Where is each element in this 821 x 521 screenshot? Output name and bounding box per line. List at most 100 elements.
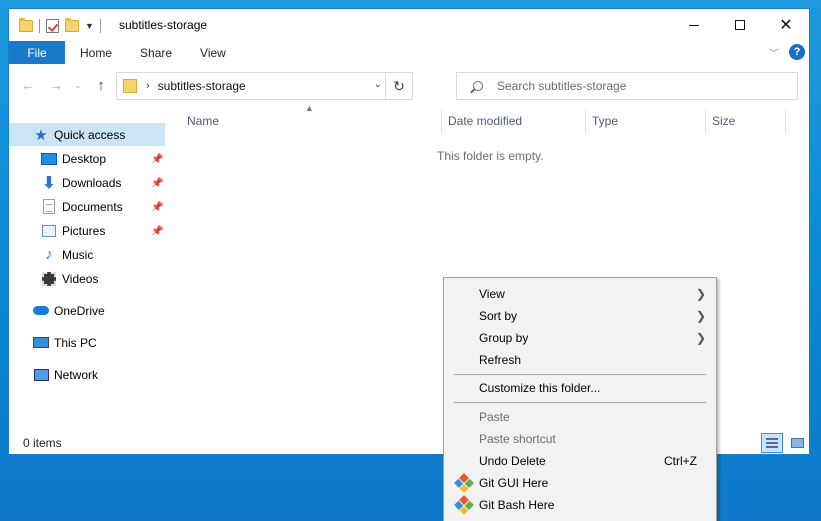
column-header-date-modified[interactable]: Date modified [448, 110, 522, 132]
search-placeholder: Search subtitles-storage [497, 79, 627, 93]
sidebar-item-desktop[interactable]: Desktop 📌 [9, 147, 165, 170]
view-switcher [761, 433, 808, 453]
column-divider[interactable] [785, 110, 786, 134]
sidebar-item-onedrive[interactable]: OneDrive [9, 299, 165, 322]
folder-icon [123, 79, 137, 93]
close-button[interactable]: ✕ [763, 9, 809, 41]
tab-file[interactable]: File [9, 41, 65, 64]
tab-share[interactable]: Share [126, 41, 186, 64]
menu-item-label: Paste [479, 410, 510, 424]
minimize-button[interactable] [671, 9, 717, 41]
expand-ribbon-icon[interactable]: ﹀ [769, 45, 779, 60]
recent-locations-button[interactable]: ⌄ [69, 76, 87, 94]
git-icon [454, 495, 474, 515]
address-dropdown-icon[interactable]: ⌄ [374, 79, 382, 90]
quick-access-toolbar: ▼ [19, 18, 101, 34]
music-icon: ♪ [45, 246, 53, 263]
refresh-button[interactable]: ↻ [385, 73, 412, 99]
sidebar-item-pictures[interactable]: Pictures 📌 [9, 219, 165, 242]
help-icon[interactable]: ? [789, 44, 805, 60]
navigation-bar: ← → ⌄ ↑ › subtitles-storage ⌄ ↻ Search s… [9, 70, 809, 100]
onedrive-icon [33, 303, 49, 319]
menu-item-shortcut: Ctrl+Z [664, 454, 697, 468]
address-bar[interactable]: › subtitles-storage ⌄ ↻ [116, 72, 413, 100]
menu-separator [454, 374, 706, 375]
menu-item-git-bash[interactable]: Git Bash Here [446, 494, 714, 516]
toolbar-divider [99, 19, 101, 33]
properties-icon[interactable] [46, 19, 59, 33]
menu-separator [454, 402, 706, 403]
ribbon-right-controls: ﹀ ? [769, 44, 805, 60]
column-header-size[interactable]: Size [712, 110, 735, 132]
menu-item-label: Sort by [479, 309, 518, 323]
pictures-icon [41, 223, 57, 239]
menu-item-refresh[interactable]: Refresh [446, 349, 714, 371]
toolbar-divider [39, 19, 40, 33]
details-view-button[interactable] [761, 433, 783, 453]
sidebar-item-quick-access[interactable]: ★ Quick access [9, 123, 165, 146]
sidebar-item-label: Network [54, 367, 99, 382]
back-button[interactable]: ← [19, 76, 37, 94]
column-header-type[interactable]: Type [592, 110, 618, 132]
column-divider[interactable] [585, 110, 586, 134]
pin-icon: 📌 [151, 225, 164, 237]
column-headers: Name Date modified Type Size [177, 110, 787, 134]
maximize-button[interactable] [717, 9, 763, 41]
sidebar-item-documents[interactable]: Documents 📌 [9, 195, 165, 218]
minimize-icon [689, 24, 699, 26]
git-icon [454, 473, 474, 493]
menu-item-view[interactable]: View ❯ [446, 283, 714, 305]
sidebar-item-videos[interactable]: Videos [9, 267, 165, 290]
large-icons-view-icon [790, 438, 804, 448]
forward-button[interactable]: → [47, 76, 65, 94]
documents-icon [41, 199, 57, 215]
tab-home[interactable]: Home [65, 41, 126, 64]
navigation-pane: ★ Quick access Desktop 📌 ⬇ Downloads 📌 D… [9, 123, 169, 423]
submenu-arrow-icon: ❯ [696, 287, 707, 301]
customize-toolbar-dropdown-icon[interactable]: ▼ [85, 21, 94, 31]
menu-item-git-gui[interactable]: Git GUI Here [446, 472, 714, 494]
breadcrumb[interactable]: subtitles-storage [158, 79, 246, 93]
menu-item-label: Git GUI Here [479, 476, 549, 490]
menu-item-undo-delete[interactable]: Undo Delete Ctrl+Z [446, 450, 714, 472]
maximize-icon [735, 20, 745, 30]
sidebar-item-label: OneDrive [54, 303, 105, 318]
sidebar-item-downloads[interactable]: ⬇ Downloads 📌 [9, 171, 165, 194]
up-button[interactable]: ↑ [92, 76, 110, 94]
pin-icon: 📌 [151, 177, 164, 189]
folder-icon[interactable] [19, 18, 33, 32]
menu-item-label: Undo Delete [479, 454, 546, 468]
new-folder-icon[interactable] [65, 18, 79, 32]
submenu-arrow-icon: ❯ [696, 331, 707, 345]
search-icon [473, 81, 483, 91]
breadcrumb-chevron-icon[interactable]: › [146, 80, 150, 92]
tab-view[interactable]: View [186, 41, 240, 64]
sidebar-item-label: Documents [62, 199, 123, 214]
search-input[interactable]: Search subtitles-storage [456, 72, 798, 100]
menu-item-label: Customize this folder... [479, 381, 601, 395]
title-bar: ▼ subtitles-storage ✕ [9, 9, 809, 41]
sidebar-item-label: This PC [54, 335, 97, 350]
menu-item-label: Group by [479, 331, 529, 345]
menu-item-sort-by[interactable]: Sort by ❯ [446, 305, 714, 327]
ribbon-tabs: File Home Share View ﹀ ? [9, 41, 809, 64]
sidebar-item-label: Music [62, 247, 94, 262]
menu-item-group-by[interactable]: Group by ❯ [446, 327, 714, 349]
sidebar-item-label: Desktop [62, 151, 107, 166]
videos-icon [41, 271, 57, 287]
menu-item-label: Refresh [479, 353, 522, 367]
details-view-icon [766, 438, 778, 448]
sidebar-item-this-pc[interactable]: This PC [9, 331, 165, 354]
sidebar-item-network[interactable]: Network [9, 363, 165, 386]
column-header-name[interactable]: Name [187, 110, 219, 132]
column-divider[interactable] [705, 110, 706, 134]
menu-item-label: Git Bash Here [479, 498, 555, 512]
network-icon [33, 367, 49, 383]
sidebar-item-music[interactable]: ♪ Music [9, 243, 165, 266]
menu-item-customize-folder[interactable]: Customize this folder... [446, 377, 714, 399]
sidebar-item-label: Downloads [62, 175, 122, 190]
submenu-arrow-icon: ❯ [696, 309, 707, 323]
menu-item-label: View [479, 287, 505, 301]
large-icons-view-button[interactable] [786, 433, 808, 453]
column-divider[interactable] [441, 110, 442, 134]
